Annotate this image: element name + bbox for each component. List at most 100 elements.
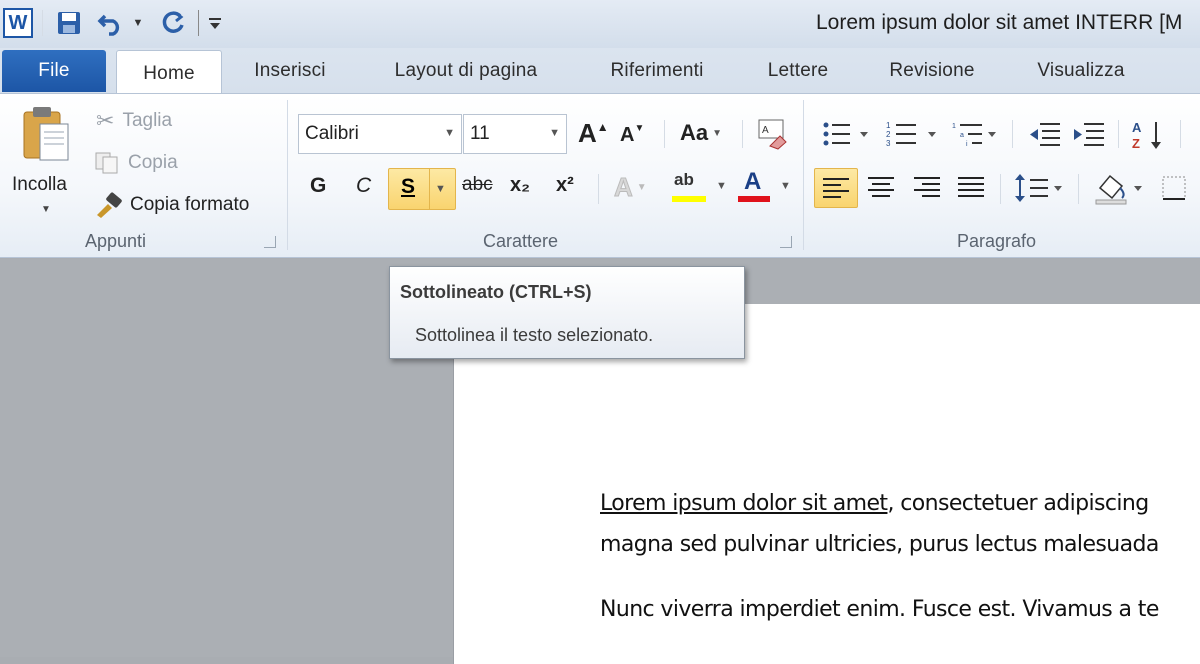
font-launcher-icon[interactable]	[780, 236, 792, 248]
paste-button[interactable]: Incolla ▼	[8, 102, 84, 220]
tooltip: Sottolineato (CTRL+S) Sottolinea il test…	[389, 266, 745, 359]
svg-text:1: 1	[952, 123, 956, 130]
clear-formatting-button[interactable]: A	[756, 118, 790, 155]
decrease-indent-icon[interactable]	[1028, 120, 1062, 150]
svg-text:Z: Z	[1132, 136, 1140, 151]
underlined-text: Lorem ipsum dolor sit amet	[600, 491, 888, 516]
underline-icon: S	[401, 175, 416, 198]
window-title: Lorem ipsum dolor sit amet INTERR [M	[816, 11, 1183, 34]
tab-layout-di-pagina[interactable]: Layout di pagina	[372, 48, 560, 94]
tab-file[interactable]: File	[2, 50, 106, 92]
clipboard-launcher-icon[interactable]	[264, 236, 276, 248]
ribbon-tab-bar: File Home Inserisci Layout di pagina Rif…	[0, 48, 1200, 96]
copy-button[interactable]: Copia	[94, 148, 178, 178]
justify-icon[interactable]	[958, 176, 986, 200]
multilevel-list-icon[interactable]: 1ai	[952, 120, 1000, 150]
clear-formatting-icon: A	[758, 119, 787, 150]
clipboard-group-label: Appunti	[85, 231, 147, 251]
font-color-icon: A	[744, 168, 762, 195]
line1-rest: , consectetuer adipiscing	[887, 491, 1149, 516]
tab-visualizza[interactable]: Visualizza	[1020, 48, 1142, 94]
font-group-label: Carattere	[483, 231, 559, 251]
format-painter-icon	[97, 192, 122, 218]
tab-inserisci[interactable]: Inserisci	[240, 48, 340, 94]
superscript-button[interactable]: x²	[556, 174, 574, 197]
undo-dropdown-icon[interactable]: ▼	[130, 6, 146, 40]
tab-lettere[interactable]: Lettere	[752, 48, 844, 94]
font-name-dropdown-icon[interactable]: ▼	[444, 127, 455, 139]
bullets-icon[interactable]	[822, 120, 872, 150]
redo-icon[interactable]	[156, 6, 190, 40]
line-spacing-icon[interactable]	[1014, 172, 1064, 204]
italic-button[interactable]: C	[356, 174, 371, 198]
font-name-value: Calibri	[305, 123, 359, 144]
cut-label: Taglia	[122, 110, 173, 131]
text-effects-button[interactable]: A ▼	[614, 172, 647, 203]
svg-text:3: 3	[886, 139, 891, 148]
format-painter-button[interactable]: Copia formato	[94, 190, 249, 220]
svg-text:1: 1	[886, 121, 891, 130]
document-line-1[interactable]: Lorem ipsum dolor sit amet, consectetuer…	[600, 491, 1149, 516]
font-size-combobox[interactable]: 11 ▼	[463, 114, 567, 154]
underline-button[interactable]: S ▼	[388, 168, 456, 210]
paste-label: Incolla	[12, 174, 67, 195]
highlight-icon: ab	[674, 170, 694, 189]
svg-text:A: A	[1132, 120, 1142, 135]
underline-dropdown-icon[interactable]: ▼	[435, 183, 446, 195]
ribbon: Incolla ▼ ✂ Taglia Copia Copia formato A…	[0, 93, 1200, 258]
format-painter-label: Copia formato	[130, 194, 250, 215]
font-size-dropdown-icon[interactable]: ▼	[549, 127, 560, 139]
font-color-button[interactable]: A ▼	[738, 168, 794, 206]
highlight-color-swatch	[672, 196, 706, 202]
font-size-value: 11	[470, 123, 490, 144]
align-left-button[interactable]	[814, 168, 858, 208]
tooltip-title: Sottolineato (CTRL+S)	[400, 282, 592, 302]
increase-indent-icon[interactable]	[1072, 120, 1106, 150]
tab-home[interactable]: Home	[116, 50, 222, 96]
sort-icon[interactable]: AZ	[1130, 118, 1166, 152]
paragraph-group-label: Paragrafo	[957, 231, 1037, 251]
shading-icon[interactable]	[1094, 170, 1148, 206]
highlight-dropdown-icon[interactable]: ▼	[716, 180, 727, 192]
font-color-swatch	[738, 196, 770, 202]
grow-font-button[interactable]: A ▲	[578, 118, 609, 149]
word-logo: W	[3, 8, 33, 38]
word-app-icon[interactable]: W	[2, 6, 34, 40]
text-effects-icon: A	[614, 172, 634, 203]
shrink-font-icon: A	[620, 124, 635, 146]
paste-icon	[23, 107, 69, 161]
svg-text:2: 2	[886, 130, 891, 139]
borders-icon[interactable]	[1160, 174, 1190, 204]
svg-text:A: A	[762, 125, 769, 136]
undo-icon[interactable]	[94, 6, 128, 40]
font-color-dropdown-icon[interactable]: ▼	[780, 180, 791, 192]
grow-font-icon: A	[578, 118, 597, 148]
title-bar: W ▼ Lorem ipsum dolor sit amet INTERR [M	[0, 0, 1200, 48]
tab-revisione[interactable]: Revisione	[874, 48, 990, 94]
copy-icon	[95, 152, 118, 174]
svg-text:a: a	[960, 132, 964, 139]
shrink-font-button[interactable]: A ▼	[620, 123, 644, 147]
svg-text:i: i	[966, 141, 968, 148]
align-left-icon	[823, 178, 849, 198]
font-name-combobox[interactable]: Calibri ▼	[298, 114, 462, 154]
change-case-icon: Aa	[680, 120, 709, 145]
cut-button[interactable]: ✂ Taglia	[96, 106, 172, 136]
document-line-3[interactable]: Nunc viverra imperdiet enim. Fusce est. …	[600, 597, 1159, 622]
save-icon[interactable]	[52, 6, 86, 40]
tooltip-description: Sottolinea il testo selezionato.	[415, 325, 654, 345]
copy-label: Copia	[128, 152, 178, 173]
change-case-button[interactable]: Aa ▼	[680, 120, 722, 146]
scissors-icon: ✂	[96, 108, 115, 133]
customize-qat-icon[interactable]	[204, 6, 226, 40]
document-line-2[interactable]: magna sed pulvinar ultricies, purus lect…	[600, 532, 1159, 557]
bold-button[interactable]: G	[310, 174, 326, 198]
subscript-button[interactable]: x₂	[510, 174, 530, 197]
align-right-icon[interactable]	[914, 176, 942, 200]
align-center-icon[interactable]	[868, 176, 896, 200]
strikethrough-button[interactable]: abc	[462, 174, 493, 196]
paste-dropdown-icon: ▼	[41, 204, 51, 215]
text-highlight-button[interactable]: ab ▼	[672, 170, 734, 206]
tab-riferimenti[interactable]: Riferimenti	[592, 48, 722, 94]
numbering-icon[interactable]: 123	[886, 120, 942, 150]
